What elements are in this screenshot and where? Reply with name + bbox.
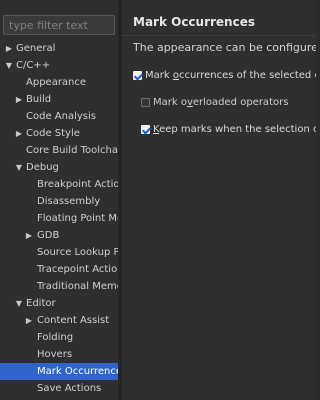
tree-item-label: Hovers	[37, 349, 73, 360]
tree-item-core-build-toolchains[interactable]: Core Build Toolchains	[0, 142, 118, 159]
tree-item-label: Build	[26, 94, 52, 105]
tree-item-label: C/C++	[16, 60, 51, 71]
tree-item-gdb[interactable]: ▶ GDB	[0, 227, 118, 244]
chevron-right-icon[interactable]: ▶	[24, 312, 34, 329]
tree-item-label: Tracepoint Actions	[37, 264, 118, 275]
tree-item-breakpoint-actions[interactable]: Breakpoint Actions	[0, 176, 118, 193]
tree-item-label: Code Analysis	[26, 111, 96, 122]
preferences-window: ▶ General ▼ C/C++ Appearance ▶ Build Cod…	[0, 0, 316, 400]
tree-item-traditional-memory[interactable]: Traditional Memory	[0, 278, 118, 295]
preferences-tree-pane: ▶ General ▼ C/C++ Appearance ▶ Build Cod…	[0, 0, 118, 400]
tree-item-content-assist[interactable]: ▶ Content Assist	[0, 312, 118, 329]
tree-item-label: Source Lookup Path	[37, 247, 118, 258]
tree-item-label: Debug	[26, 162, 59, 173]
tree-item-label: Save Actions	[37, 383, 102, 394]
mark-occurrences-label[interactable]: Mark occurrences of the selected eleme	[145, 70, 316, 82]
page-description: The appearance can be configured on th	[133, 41, 316, 54]
tree-item-code-style[interactable]: ▶ Code Style	[0, 125, 118, 142]
tree-item-label: Disassembly	[37, 196, 101, 207]
tree-item-folding[interactable]: Folding	[0, 329, 118, 346]
tree-item-build[interactable]: ▶ Build	[0, 91, 118, 108]
tree-item-label: Editor	[26, 298, 56, 309]
chevron-right-icon[interactable]: ▶	[14, 125, 24, 142]
tree-item-code-analysis[interactable]: Code Analysis	[0, 108, 118, 125]
tree-item-save-actions[interactable]: Save Actions	[0, 380, 118, 397]
tree-item-cpp[interactable]: ▼ C/C++	[0, 57, 118, 74]
preference-page: Mark Occurrences The appearance can be c…	[122, 0, 316, 400]
tree-item-editor[interactable]: ▼ Editor	[0, 295, 118, 312]
tree-item-debug[interactable]: ▼ Debug	[0, 159, 118, 176]
tree-item-label: GDB	[37, 230, 60, 241]
tree-item-label: Content Assist	[37, 315, 110, 326]
chevron-down-icon[interactable]: ▼	[14, 159, 24, 176]
mark-occurrences-checkbox[interactable]	[133, 71, 142, 80]
title-separator	[122, 35, 316, 36]
tree-item-label: General	[16, 43, 56, 54]
tree-item-tracepoint-actions[interactable]: Tracepoint Actions	[0, 261, 118, 278]
tree-item-mark-occurrences[interactable]: Mark Occurrences	[0, 363, 118, 380]
chevron-right-icon[interactable]: ▶	[14, 91, 24, 108]
tree-item-label: Breakpoint Actions	[37, 179, 118, 190]
keep-marks-checkbox[interactable]	[141, 125, 150, 134]
chevron-down-icon[interactable]: ▼	[4, 57, 14, 74]
tree-item-label: Folding	[37, 332, 74, 343]
chevron-down-icon[interactable]: ▼	[14, 295, 24, 312]
tree-item-source-lookup-path[interactable]: Source Lookup Path	[0, 244, 118, 261]
keep-marks-label[interactable]: Keep marks when the selection change	[153, 124, 316, 136]
tree-item-appearance[interactable]: Appearance	[0, 74, 118, 91]
tree-item-general[interactable]: ▶ General	[0, 40, 118, 57]
chevron-right-icon[interactable]: ▶	[4, 40, 14, 57]
mark-overloaded-checkbox[interactable]	[141, 98, 150, 107]
tree-item-label: Mark Occurrences	[37, 366, 118, 377]
tree-item-hovers[interactable]: Hovers	[0, 346, 118, 363]
tree-item-label: Floating Point Mem	[37, 213, 118, 224]
tree-item-floating-point-memory[interactable]: Floating Point Mem	[0, 210, 118, 227]
tree-item-disassembly[interactable]: Disassembly	[0, 193, 118, 210]
tree-item-label: Traditional Memory	[37, 281, 118, 292]
chevron-right-icon[interactable]: ▶	[24, 227, 34, 244]
mark-overloaded-label[interactable]: Mark overloaded operators	[153, 97, 288, 109]
filter-input[interactable]	[3, 15, 115, 35]
tree-item-label: Appearance	[26, 77, 87, 88]
page-title: Mark Occurrences	[133, 15, 255, 29]
tree-item-label: Core Build Toolchains	[26, 145, 118, 156]
tree-item-label: Code Style	[26, 128, 80, 139]
